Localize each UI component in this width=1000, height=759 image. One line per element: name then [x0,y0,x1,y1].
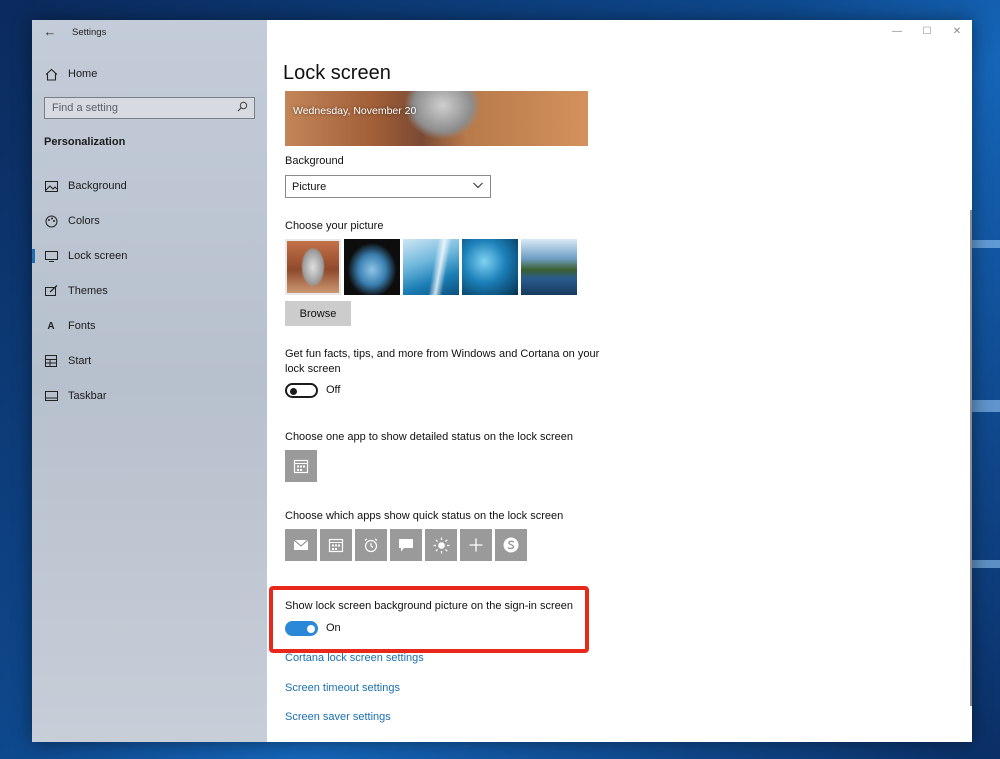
picture-thumbnail[interactable] [403,239,459,295]
message-icon [399,538,413,551]
calendar-icon [293,459,309,474]
sidebar-item-background[interactable]: Background [32,171,267,201]
quick-status-app-calendar[interactable] [320,529,352,561]
search-icon [237,101,248,115]
skype-icon [503,537,519,553]
signin-background-state: On [326,622,341,634]
back-arrow-icon[interactable]: ← [41,24,59,40]
calendar-icon [328,538,344,553]
lock-screen-icon [44,249,58,263]
main-content: — ☐ ✕ Lock screen Wednesday, November 20… [267,20,972,742]
search-input[interactable]: Find a setting [44,97,255,119]
quick-status-app-weather[interactable] [425,529,457,561]
quick-status-add-app[interactable] [460,529,492,561]
alarm-icon [364,538,378,553]
mail-icon [293,539,309,550]
sidebar-item-label: Colors [68,215,100,227]
quick-status-label: Choose which apps show quick status on t… [285,510,564,522]
sidebar-item-label: Home [68,68,98,80]
settings-window: ← Settings Home Find a setting Personali… [32,20,972,742]
quick-status-app-mail[interactable] [285,529,317,561]
sidebar-item-label: Taskbar [68,390,107,402]
sidebar-item-fonts[interactable]: A Fonts [32,311,267,341]
preview-date: Wednesday, November 20 [293,105,417,117]
sidebar-item-label: Lock screen [68,250,128,262]
fun-facts-state: Off [326,384,341,396]
choose-picture-label: Choose your picture [285,220,384,232]
lock-screen-preview: Wednesday, November 20 [285,91,588,146]
sidebar-item-label: Background [68,180,127,192]
detailed-status-label: Choose one app to show detailed status o… [285,431,574,443]
sidebar-item-label: Themes [68,285,108,297]
sidebar-item-colors[interactable]: Colors [32,206,267,236]
section-title: Personalization [44,136,126,148]
background-dropdown[interactable]: Picture [285,175,491,198]
app-title: Settings [72,27,107,38]
picture-thumbnails [285,239,577,295]
picture-thumbnail[interactable] [344,239,400,295]
sidebar-item-taskbar[interactable]: Taskbar [32,381,267,411]
chevron-down-icon [473,182,483,189]
sidebar-item-lock-screen[interactable]: Lock screen [32,241,267,271]
toggle-knob [290,387,297,395]
toggle-knob [306,624,315,633]
page-title: Lock screen [283,62,391,84]
picture-thumbnail[interactable] [521,239,577,295]
taskbar-icon [44,389,58,403]
background-label: Background [285,155,344,167]
fonts-icon: A [47,320,55,332]
browse-button[interactable]: Browse [285,301,351,326]
sidebar-item-label: Start [68,355,92,367]
detailed-status-app-calendar[interactable] [285,450,317,482]
picture-thumbnail[interactable] [285,239,341,295]
sidebar-item-label: Fonts [68,320,96,332]
window-controls: — ☐ ✕ [882,20,972,42]
fun-facts-text: Get fun facts, tips, and more from Windo… [285,348,600,375]
close-button[interactable]: ✕ [942,20,972,42]
signin-background-toggle[interactable] [285,621,318,636]
cortana-lock-screen-settings-link[interactable]: Cortana lock screen settings [285,652,424,664]
picture-thumbnail[interactable] [462,239,518,295]
quick-status-app-skype[interactable] [495,529,527,561]
search-placeholder: Find a setting [52,102,119,114]
screen-saver-settings-link[interactable]: Screen saver settings [285,711,391,723]
titlebar-left: ← Settings [32,20,267,48]
maximize-button[interactable]: ☐ [912,20,942,42]
sidebar-item-themes[interactable]: Themes [32,276,267,306]
start-icon [44,354,58,368]
weather-icon [433,537,449,553]
highlight-box [269,586,589,653]
sidebar-item-start[interactable]: Start [32,346,267,376]
sidebar-item-home[interactable]: Home [32,59,267,89]
fun-facts-toggle[interactable] [285,383,318,398]
colors-icon [44,214,58,228]
selection-indicator [32,249,35,263]
quick-status-app-alarms[interactable] [355,529,387,561]
scrollbar[interactable] [970,210,972,706]
background-icon [44,179,58,193]
themes-icon [44,284,58,298]
quick-status-app-messaging[interactable] [390,529,422,561]
signin-background-text: Show lock screen background picture on t… [285,600,573,612]
sidebar: ← Settings Home Find a setting Personali… [32,20,267,742]
background-dropdown-value: Picture [292,180,327,193]
minimize-button[interactable]: — [882,20,912,42]
screen-timeout-settings-link[interactable]: Screen timeout settings [285,682,400,694]
add-icon [469,538,483,552]
home-icon [44,67,58,81]
